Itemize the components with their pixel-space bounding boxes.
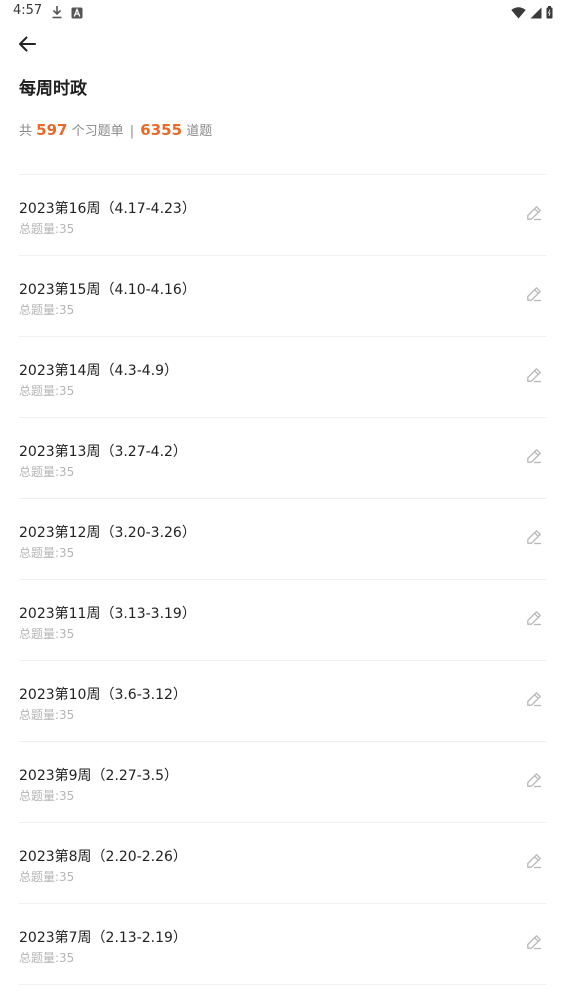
list-item[interactable]: 2023第10周（3.6-3.12） 总题量:35: [19, 661, 546, 742]
list-item[interactable]: 2023第14周（4.3-4.9） 总题量:35: [19, 337, 546, 418]
page-title: 每周时政: [19, 79, 87, 99]
list-item[interactable]: 2023第13周（3.27-4.2） 总题量:35: [19, 418, 546, 499]
list-item[interactable]: 2023第16周（4.17-4.23） 总题量:35: [19, 175, 546, 256]
list-item[interactable]: 2023第15周（4.10-4.16） 总题量:35: [19, 256, 546, 337]
item-question-count: 总题量:35: [19, 465, 75, 479]
item-question-count: 总题量:35: [19, 303, 75, 317]
list-item[interactable]: 2023第9周（2.27-3.5） 总题量:35: [19, 742, 546, 823]
pencil-icon: [526, 691, 542, 711]
item-question-count: 总题量:35: [19, 870, 75, 884]
edit-button[interactable]: [524, 691, 544, 711]
summary-prefix: 共: [19, 124, 33, 139]
pencil-icon: [526, 610, 542, 630]
pencil-icon: [526, 529, 542, 549]
pencil-icon: [526, 205, 542, 225]
question-count: 6355: [140, 121, 183, 139]
battery-icon: [546, 4, 553, 23]
item-question-count: 总题量:35: [19, 222, 75, 236]
signal-icon: [530, 4, 542, 23]
item-title: 2023第13周（3.27-4.2）: [19, 444, 187, 460]
list-item[interactable]: 2023第7周（2.13-2.19） 总题量:35: [19, 904, 546, 985]
item-title: 2023第14周（4.3-4.9）: [19, 363, 179, 379]
edit-button[interactable]: [524, 367, 544, 387]
item-question-count: 总题量:35: [19, 627, 75, 641]
summary-separator: |: [129, 124, 135, 139]
item-title: 2023第7周（2.13-2.19）: [19, 930, 187, 946]
pencil-icon: [526, 367, 542, 387]
edit-button[interactable]: [524, 529, 544, 549]
sheet-count: 597: [36, 121, 68, 139]
pencil-icon: [526, 853, 542, 873]
item-title: 2023第10周（3.6-3.12）: [19, 687, 187, 703]
edit-button[interactable]: [524, 772, 544, 792]
status-left-icons: [51, 4, 83, 23]
question-unit: 道题: [186, 124, 213, 139]
download-icon: [51, 4, 63, 23]
item-title: 2023第11周（3.13-3.19）: [19, 606, 196, 622]
item-question-count: 总题量:35: [19, 708, 75, 722]
status-right-icons: [511, 4, 553, 23]
edit-button[interactable]: [524, 610, 544, 630]
item-title: 2023第12周（3.20-3.26）: [19, 525, 196, 541]
item-title: 2023第16周（4.17-4.23）: [19, 201, 196, 217]
item-title: 2023第9周（2.27-3.5）: [19, 768, 179, 784]
status-time: 4:57: [13, 3, 43, 18]
item-title: 2023第15周（4.10-4.16）: [19, 282, 196, 298]
pencil-icon: [526, 772, 542, 792]
pencil-icon: [526, 448, 542, 468]
item-question-count: 总题量:35: [19, 789, 75, 803]
item-question-count: 总题量:35: [19, 546, 75, 560]
pencil-icon: [526, 286, 542, 306]
sheet-unit: 个习题单: [71, 124, 124, 139]
arrow-left-icon: [17, 35, 37, 57]
notification-a-icon: [71, 4, 83, 23]
edit-button[interactable]: [524, 286, 544, 306]
edit-button[interactable]: [524, 934, 544, 954]
exercise-sheet-list: 2023第16周（4.17-4.23） 总题量:35 2023第15周（4.10-4…: [19, 174, 546, 985]
summary-line: 共 597 个习题单 | 6355 道题: [19, 120, 212, 139]
list-item[interactable]: 2023第8周（2.20-2.26） 总题量:35: [19, 823, 546, 904]
status-bar: 4:57: [0, 0, 565, 24]
back-button[interactable]: [14, 33, 40, 59]
item-question-count: 总题量:35: [19, 951, 75, 965]
edit-button[interactable]: [524, 205, 544, 225]
item-title: 2023第8周（2.20-2.26）: [19, 849, 187, 865]
list-item[interactable]: 2023第11周（3.13-3.19） 总题量:35: [19, 580, 546, 661]
wifi-icon: [511, 4, 526, 23]
edit-button[interactable]: [524, 448, 544, 468]
item-question-count: 总题量:35: [19, 384, 75, 398]
edit-button[interactable]: [524, 853, 544, 873]
pencil-icon: [526, 934, 542, 954]
list-item[interactable]: 2023第12周（3.20-3.26） 总题量:35: [19, 499, 546, 580]
